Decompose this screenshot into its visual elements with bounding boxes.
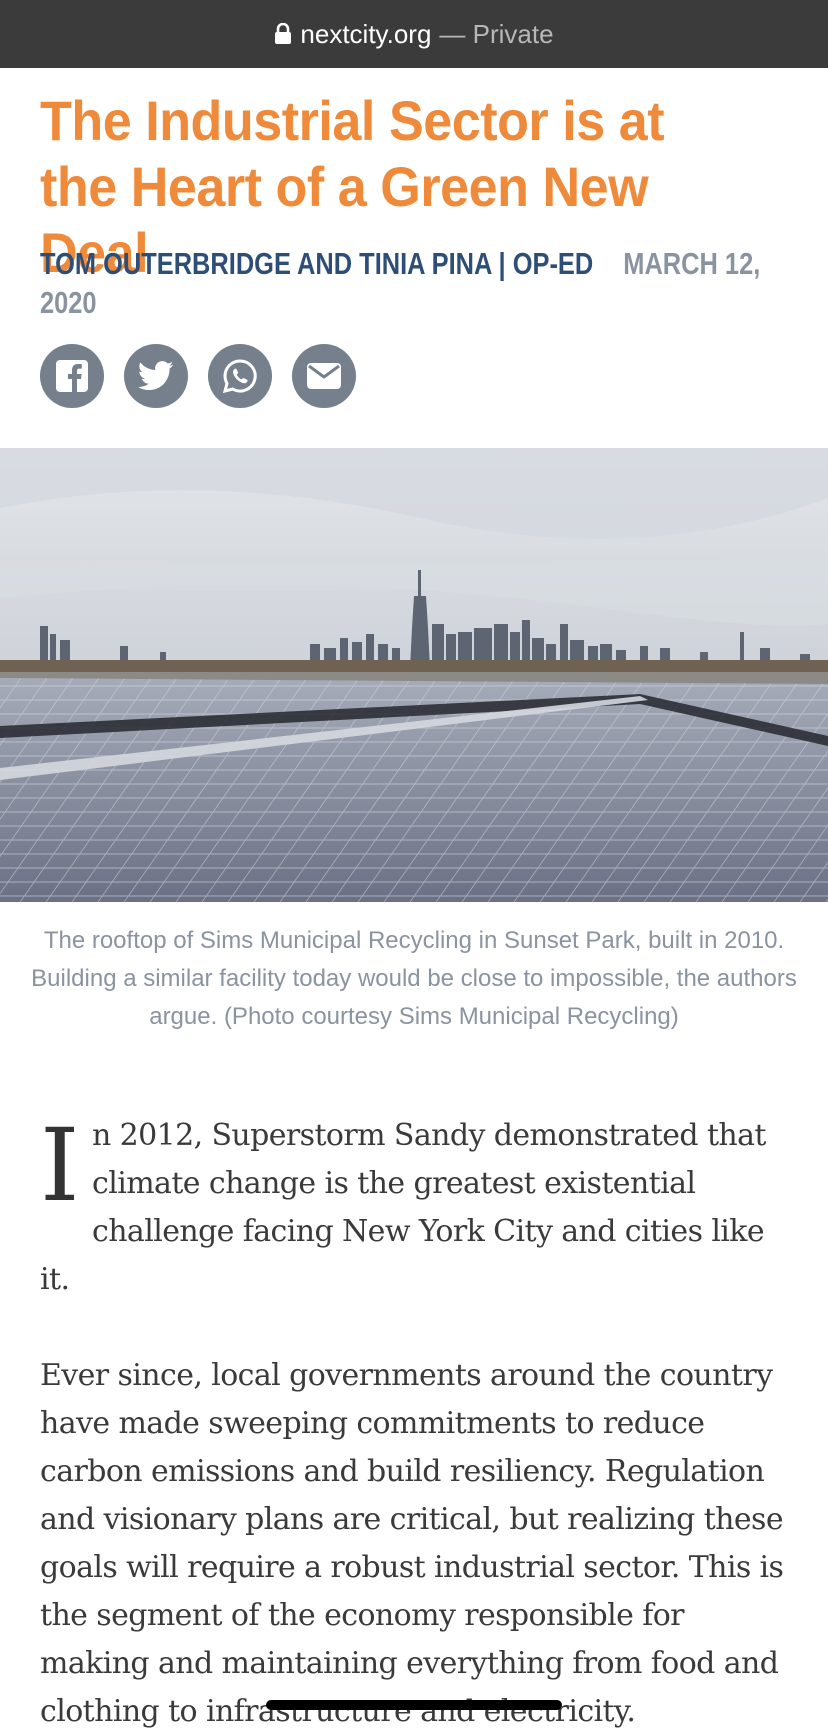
lock-icon (275, 23, 292, 44)
rooftop-solar-panels-photo (0, 448, 828, 902)
facebook-icon (56, 360, 88, 392)
article-body: In 2012, Superstorm Sandy demonstrated t… (40, 1112, 800, 1736)
email-icon (307, 363, 341, 389)
url-domain: nextcity.org (300, 18, 432, 49)
share-buttons (40, 344, 356, 408)
private-label: — Private (439, 18, 554, 49)
whatsapp-icon (222, 359, 257, 394)
article-paragraph: In 2012, Superstorm Sandy demonstrated t… (40, 1112, 800, 1304)
drop-cap: I (40, 1107, 80, 1224)
share-email-button[interactable] (292, 344, 356, 408)
byline-separator: | (498, 246, 506, 281)
byline: Tom Outerbridge and Tinia Pina | Op-Ed M… (40, 244, 792, 322)
browser-url-bar[interactable]: nextcity.org — Private (0, 0, 828, 68)
share-facebook-button[interactable] (40, 344, 104, 408)
home-indicator[interactable] (266, 1700, 562, 1710)
paragraph-text: n 2012, Superstorm Sandy demonstrated th… (40, 1118, 766, 1297)
twitter-icon (138, 361, 174, 391)
share-whatsapp-button[interactable] (208, 344, 272, 408)
photo-caption: The rooftop of Sims Municipal Recycling … (31, 927, 797, 1030)
section-label[interactable]: Op-Ed (513, 246, 594, 281)
share-twitter-button[interactable] (124, 344, 188, 408)
hero-photo (0, 448, 828, 902)
article-paragraph: Ever since, local governments around the… (40, 1358, 784, 1729)
author-names[interactable]: Tom Outerbridge and Tinia Pina (40, 246, 491, 281)
